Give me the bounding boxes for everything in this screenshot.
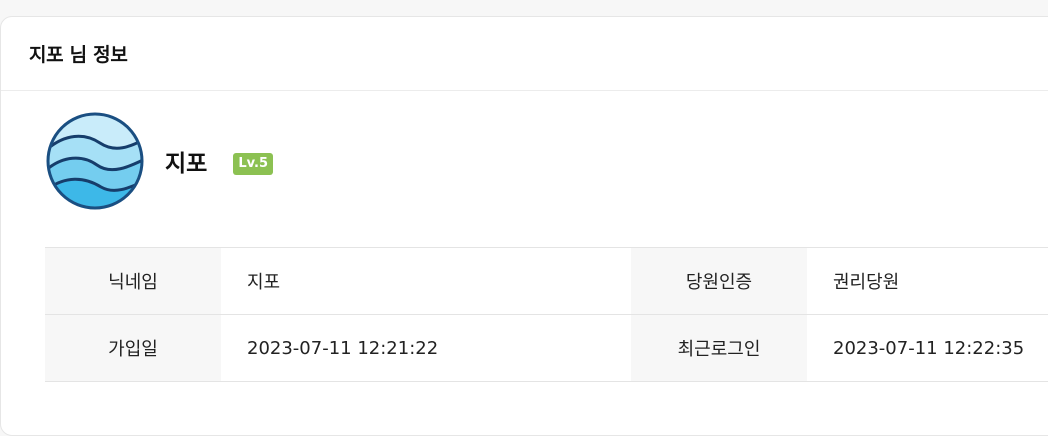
nickname-label: 닉네임 [45,247,221,315]
joined-label: 가입일 [45,314,221,382]
last-login-label: 최근로그인 [631,314,807,382]
table-row: 가입일 2023-07-11 12:21:22 최근로그인 2023-07-11… [45,314,1048,382]
nickname-value: 지포 [221,247,631,315]
member-info-table: 닉네임 지포 당원인증 권리당원 가입일 2023-07-11 12:21:22… [45,247,1048,382]
card-header: 지포 님 정보 [1,17,1048,91]
joined-value: 2023-07-11 12:21:22 [221,314,631,382]
wave-logo-icon [46,112,144,210]
page-title: 지포 님 정보 [29,44,128,66]
membership-value: 권리당원 [807,247,1048,315]
profile-section: 지포 Lv.5 [45,111,274,211]
table-row: 닉네임 지포 당원인증 권리당원 [45,247,1048,315]
membership-label: 당원인증 [631,247,807,315]
avatar[interactable] [45,111,145,211]
level-badge: Lv.5 [233,153,274,175]
profile-name: 지포 [165,151,208,177]
last-login-value: 2023-07-11 12:22:35 [807,314,1048,382]
